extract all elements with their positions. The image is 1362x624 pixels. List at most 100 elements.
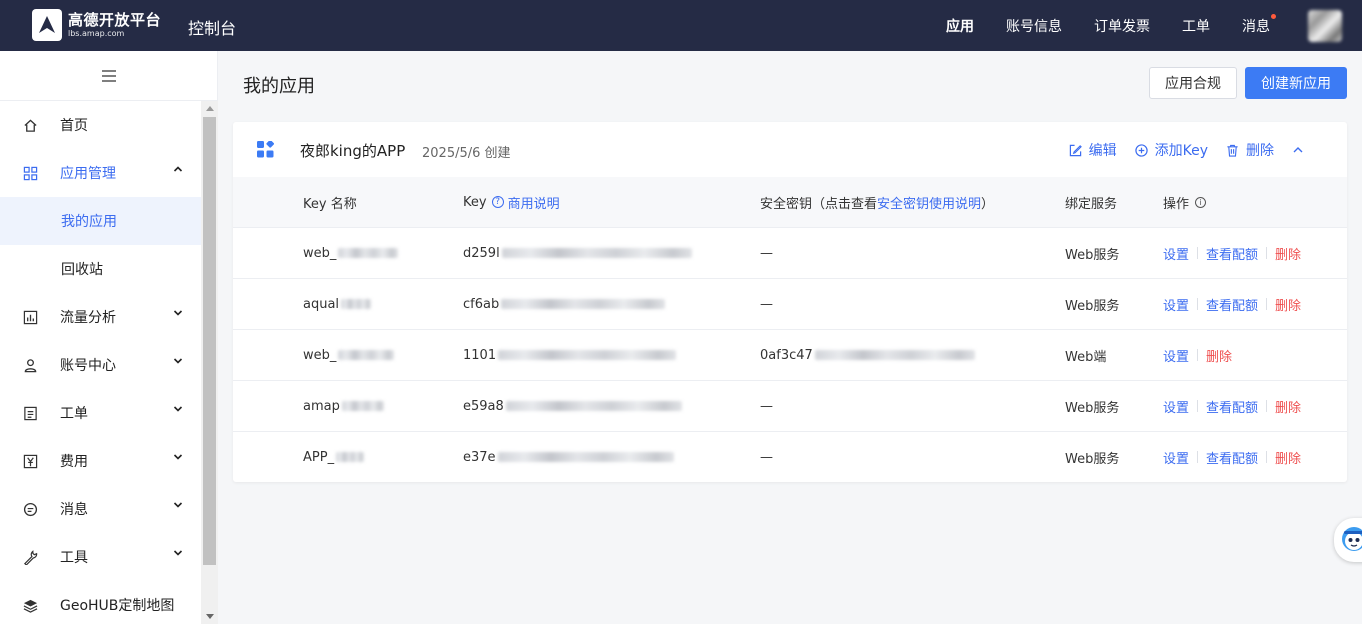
redacted-blur	[497, 452, 674, 462]
delete-key-link[interactable]: 删除	[1275, 295, 1301, 314]
logo-domain: lbs.amap.com	[68, 28, 125, 38]
chevron-down-icon	[173, 550, 183, 556]
page-title: 我的应用	[243, 76, 315, 97]
delete-key-link[interactable]: 删除	[1275, 448, 1301, 467]
amap-logo[interactable]: 高德开放平台 lbs.amap.com	[32, 9, 161, 41]
nav-apps[interactable]: 应用	[946, 16, 974, 36]
sidebar-item-label: GeoHUB定制地图	[60, 598, 175, 614]
app-card: 夜郎king的APP 2025/5/6 创建 编辑 添加Key 删除 Key 名…	[233, 122, 1347, 482]
view-quota-link[interactable]: 查看配额	[1206, 448, 1258, 467]
trash-icon	[1227, 144, 1238, 157]
secret-cell: —	[760, 398, 773, 414]
delete-app-button[interactable]: 删除	[1226, 140, 1274, 160]
sidebar-item-recycle-bin[interactable]: 回收站	[0, 245, 201, 293]
settings-link[interactable]: 设置	[1163, 244, 1189, 263]
logo-name: 高德开放平台	[68, 10, 162, 29]
key-value: e59a8	[463, 398, 504, 414]
app-name: 夜郎king的APP	[300, 142, 406, 160]
nav-account-info[interactable]: 账号信息	[1006, 16, 1062, 36]
sidebar-item-tickets[interactable]: 工单	[0, 389, 201, 437]
sidebar-menu: 首页 应用管理 我的应用 回收站 流量分析 账号中心 工单 费用 消息 工具 G…	[0, 101, 201, 624]
delete-label: 删除	[1246, 143, 1274, 159]
add-key-button[interactable]: 添加Key	[1134, 140, 1208, 160]
view-quota-link[interactable]: 查看配额	[1206, 397, 1258, 416]
key-name: APP_	[303, 449, 335, 465]
sidebar-item-traffic-analysis[interactable]: 流量分析	[0, 293, 201, 341]
sidebar-item-my-apps[interactable]: 我的应用	[0, 197, 201, 245]
settings-link[interactable]: 设置	[1163, 448, 1189, 467]
sidebar-item-label: 回收站	[61, 262, 103, 278]
key-value: d259l	[463, 245, 500, 261]
secret-cell: —	[760, 449, 773, 465]
chevron-up-icon	[1293, 147, 1303, 153]
app-compliance-button[interactable]: 应用合规	[1149, 67, 1237, 99]
header-service: 绑定服务	[1065, 196, 1118, 212]
key-value-cell: 1101	[463, 330, 677, 380]
settings-link[interactable]: 设置	[1163, 346, 1189, 365]
sidebar-item-account-center[interactable]: 账号中心	[0, 341, 201, 389]
commercial-info-link[interactable]: 商用说明	[508, 193, 560, 212]
scroll-down-arrow-icon[interactable]	[206, 614, 214, 619]
message-icon	[22, 501, 38, 517]
keys-table: Key 名称 Key ? 商用说明 安全密钥（点击查看 安全密钥使用说明 ） 绑…	[233, 177, 1347, 482]
scroll-thumb[interactable]	[203, 117, 216, 565]
sidebar-item-geohub[interactable]: GeoHUB定制地图	[0, 581, 201, 624]
view-quota-link[interactable]: 查看配额	[1206, 295, 1258, 314]
sidebar-item-tools[interactable]: 工具	[0, 533, 201, 581]
key-name-cell: web_	[303, 228, 399, 278]
sidebar-item-label: 应用管理	[60, 166, 116, 182]
table-row: aqual cf6ab — Web服务 设置 查看配额 删除	[233, 278, 1347, 329]
menu-toggle-button[interactable]	[0, 51, 218, 101]
nav-orders-invoices[interactable]: 订单发票	[1094, 16, 1150, 36]
scroll-up-arrow-icon[interactable]	[206, 106, 214, 111]
delete-key-link[interactable]: 删除	[1206, 346, 1232, 365]
header-secret: 安全密钥（点击查看 安全密钥使用说明 ）	[760, 177, 994, 227]
sidebar-item-label: 工单	[60, 406, 88, 422]
sidebar-item-label: 我的应用	[61, 214, 117, 230]
nav-tickets[interactable]: 工单	[1182, 16, 1210, 36]
notification-dot	[1271, 13, 1276, 19]
redacted-blur	[338, 350, 395, 360]
edit-app-button[interactable]: 编辑	[1069, 140, 1117, 160]
sidebar-item-fees[interactable]: 费用	[0, 437, 201, 485]
service-cell: Web端	[1065, 349, 1107, 365]
app-icon	[257, 141, 274, 158]
assistant-button[interactable]	[1334, 518, 1362, 562]
sidebar-scrollbar[interactable]	[201, 101, 218, 624]
top-bar: 高德开放平台 lbs.amap.com 控制台 应用 账号信息 订单发票 工单 …	[0, 0, 1362, 51]
table-row: amap e59a8 — Web服务 设置 查看配额 删除	[233, 380, 1347, 431]
collapse-app-button[interactable]	[1292, 146, 1311, 154]
redacted-blur	[336, 452, 365, 462]
nav-messages[interactable]: 消息	[1242, 13, 1276, 36]
sidebar-item-label: 流量分析	[60, 310, 116, 326]
edit-icon	[1069, 144, 1082, 156]
key-name-cell: web_	[303, 330, 395, 380]
key-name-cell: aqual	[303, 279, 372, 329]
key-value: cf6ab	[463, 296, 500, 312]
delete-key-link[interactable]: 删除	[1275, 244, 1301, 263]
key-name-cell: amap	[303, 381, 384, 431]
menu-icon	[102, 69, 116, 82]
top-nav: 应用 账号信息 订单发票 工单 消息	[914, 0, 1276, 51]
header-key-label: Key	[463, 194, 487, 210]
sidebar-item-label: 费用	[60, 454, 88, 470]
sidebar-item-home[interactable]: 首页	[0, 101, 201, 149]
sidebar-item-messages[interactable]: 消息	[0, 485, 201, 533]
wrench-icon	[22, 549, 38, 565]
table-row: web_ 1101 0af3c47 Web端 设置 删除	[233, 329, 1347, 380]
secret-help-link[interactable]: 安全密钥使用说明	[877, 193, 981, 212]
create-app-button[interactable]: 创建新应用	[1245, 67, 1347, 99]
settings-link[interactable]: 设置	[1163, 295, 1189, 314]
avatar[interactable]	[1308, 10, 1342, 42]
console-title[interactable]: 控制台	[188, 15, 236, 39]
ops-cell: 设置 删除	[1163, 330, 1232, 380]
info-icon[interactable]: i	[1195, 196, 1207, 208]
view-quota-link[interactable]: 查看配额	[1206, 244, 1258, 263]
question-icon: ?	[491, 196, 504, 208]
settings-link[interactable]: 设置	[1163, 397, 1189, 416]
app-card-header: 夜郎king的APP 2025/5/6 创建 编辑 添加Key 删除	[233, 122, 1347, 177]
sidebar-item-app-management[interactable]: 应用管理	[0, 149, 201, 197]
delete-key-link[interactable]: 删除	[1275, 397, 1301, 416]
redacted-blur	[341, 401, 384, 411]
header-secret-label: 安全密钥（点击查看	[760, 196, 878, 212]
